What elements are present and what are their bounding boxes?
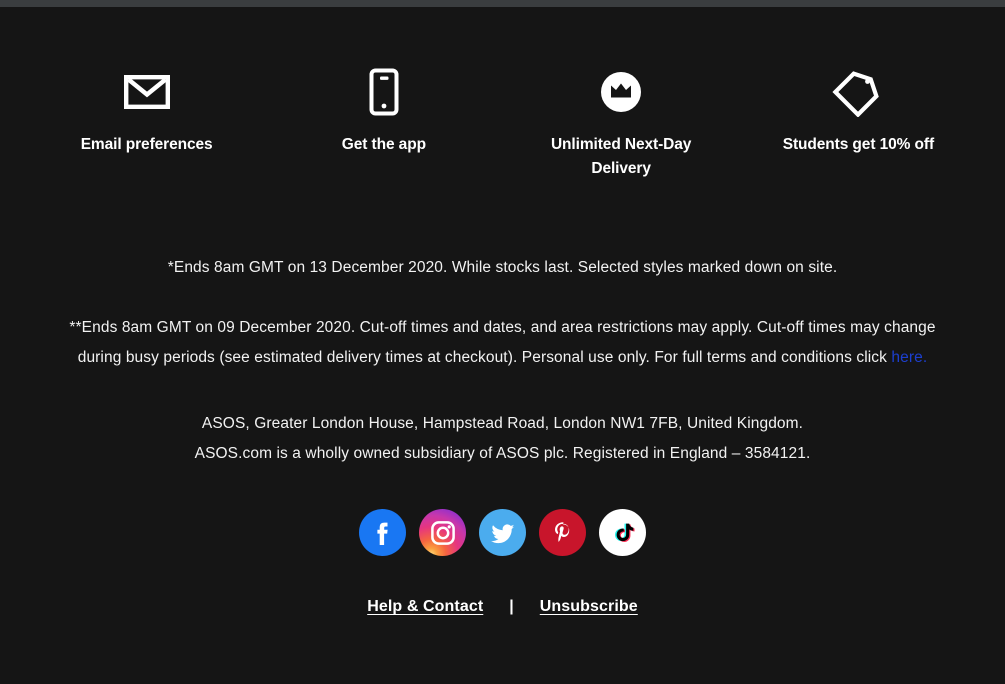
tiktok-icon[interactable] <box>599 509 646 557</box>
legal-paragraph-one: *Ends 8am GMT on 13 December 2020. While… <box>167 259 838 277</box>
help-and-contact-link[interactable]: Help & Contact <box>367 598 483 616</box>
legal-paragraph-two-text: **Ends 8am GMT on 09 December 2020. Cut-… <box>69 319 936 367</box>
benefit-email-preferences[interactable]: Email preferences <box>28 65 265 157</box>
address-line-one: ASOS, Greater London House, Hampstead Ro… <box>201 415 804 433</box>
unsubscribe-link[interactable]: Unsubscribe <box>540 598 638 616</box>
benefit-label: Unlimited Next-Day Delivery <box>550 136 692 178</box>
crown-badge-icon <box>600 65 642 119</box>
browser-chrome-strip <box>0 0 1005 7</box>
benefit-label: Get the app <box>341 136 426 153</box>
legal-paragraph-two: **Ends 8am GMT on 09 December 2020. Cut-… <box>28 313 977 373</box>
benefit-label: Email preferences <box>80 136 213 153</box>
pinterest-icon[interactable] <box>539 509 586 557</box>
price-tag-icon <box>832 65 884 119</box>
benefit-students-discount[interactable]: Students get 10% off <box>740 65 977 157</box>
mobile-phone-icon <box>369 65 399 119</box>
legal-block: *Ends 8am GMT on 13 December 2020. While… <box>0 253 1005 469</box>
email-footer: Email preferences Get the app Unlimited … <box>0 7 1005 617</box>
instagram-icon[interactable] <box>419 509 466 557</box>
social-links-row <box>0 509 1005 557</box>
twitter-icon[interactable] <box>479 509 526 557</box>
link-separator: | <box>509 598 514 616</box>
company-address: ASOS, Greater London House, Hampstead Ro… <box>28 409 977 469</box>
terms-and-conditions-link[interactable]: here. <box>891 349 927 366</box>
footer-links-row: Help & Contact | Unsubscribe <box>0 598 1005 616</box>
benefits-row: Email preferences Get the app Unlimited … <box>0 7 1005 181</box>
envelope-icon <box>123 65 170 119</box>
benefit-unlimited-next-day-delivery[interactable]: Unlimited Next-Day Delivery <box>503 65 740 181</box>
facebook-icon[interactable] <box>359 509 406 557</box>
benefit-get-the-app[interactable]: Get the app <box>265 65 502 157</box>
benefit-label: Students get 10% off <box>782 136 935 153</box>
address-line-two: ASOS.com is a wholly owned subsidiary of… <box>194 445 811 463</box>
